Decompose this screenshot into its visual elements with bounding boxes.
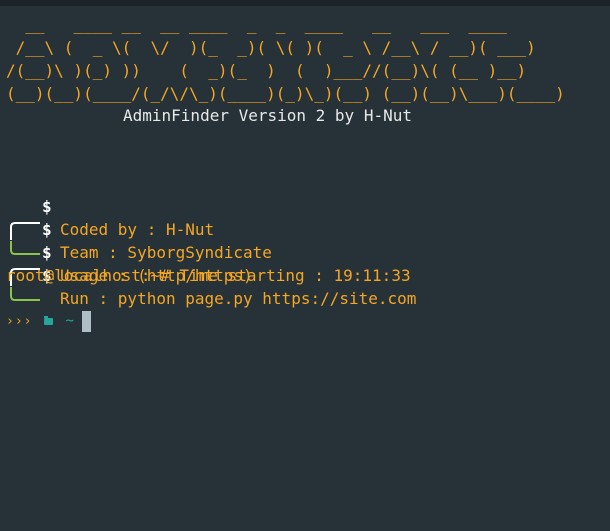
status-line: root@localhost:~# Time starting : 19:11:… [6,266,411,285]
info-row-coded-by: $ Coded by : H-Nut [8,149,528,240]
terminal-window[interactable]: __ ____ __ __ ____ _ _ ____ __ ___ ____ … [0,0,610,531]
window-titlebar [0,0,610,6]
info-row-run: $ Run : python page.py https://site.com [8,218,528,308]
text-cursor[interactable] [81,311,91,332]
tree-connector-bottom-icon [8,241,42,301]
prompt-path: ~ [65,313,74,329]
shell-prompt[interactable]: ››› ~ [6,310,91,333]
version-text: AdminFinder Version 2 by H-Nut [123,106,412,125]
info-text-team: Team : SyborgSyndicate [60,243,272,262]
info-text-run: Run : python page.py https://site.com [60,289,417,308]
ascii-banner: __ ____ __ __ ____ _ _ ____ __ ___ ____ … [6,15,565,103]
prompt-arrows-icon: ››› [6,314,33,329]
folder-icon [44,316,54,325]
info-row-team: $ Team : SyborgSyndicate [8,172,528,262]
info-row-usage: $ Usage : (http/https) [8,195,528,286]
